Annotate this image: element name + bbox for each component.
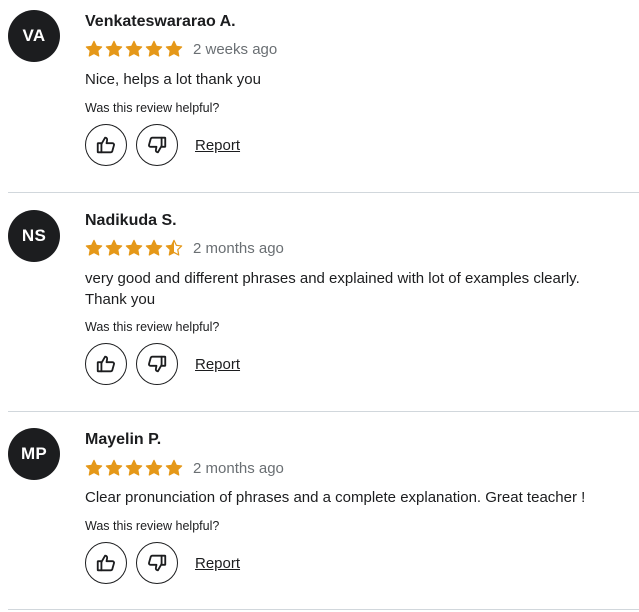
thumbs-down-icon [146, 353, 168, 375]
report-link[interactable]: Report [195, 137, 240, 154]
report-link[interactable]: Report [195, 555, 240, 572]
like-button[interactable] [85, 124, 127, 166]
avatar: VA [8, 10, 60, 62]
rating-row: 2 months ago [85, 458, 284, 478]
star-icon [85, 40, 103, 57]
star-icon [165, 40, 183, 57]
avatar: MP [8, 428, 60, 480]
star-icon [125, 239, 143, 256]
dislike-button[interactable] [136, 124, 178, 166]
review-text: Nice, helps a lot thank you [85, 71, 261, 88]
helpful-prompt: Was this review helpful? [85, 519, 220, 533]
review-actions: Report [85, 542, 240, 584]
star-icon [105, 40, 123, 57]
star-icon [145, 239, 163, 256]
review-text: Clear pronunciation of phrases and a com… [85, 489, 586, 506]
review-time: 2 weeks ago [193, 40, 278, 58]
review-actions: Report [85, 124, 240, 166]
star-icon [125, 459, 143, 476]
star-icon [125, 40, 143, 57]
divider [8, 411, 639, 412]
like-button[interactable] [85, 343, 127, 385]
review-text: very good and different phrases and expl… [85, 270, 580, 308]
star-icon [105, 239, 123, 256]
star-icon [85, 459, 103, 476]
dislike-button[interactable] [136, 343, 178, 385]
thumbs-up-icon [95, 353, 117, 375]
review-actions: Report [85, 343, 240, 385]
avatar: NS [8, 210, 60, 262]
divider [8, 192, 639, 193]
helpful-prompt: Was this review helpful? [85, 320, 220, 334]
star-icon [145, 459, 163, 476]
rating-row: 2 months ago [85, 238, 284, 258]
review-time: 2 months ago [193, 239, 284, 257]
star-icon [165, 239, 183, 256]
divider [8, 609, 639, 610]
thumbs-down-icon [146, 552, 168, 574]
thumbs-down-icon [146, 134, 168, 156]
star-rating [85, 40, 183, 58]
like-button[interactable] [85, 542, 127, 584]
reviewer-name: Mayelin P. [85, 431, 162, 448]
star-icon [145, 40, 163, 57]
star-rating [85, 459, 183, 477]
reviewer-name: Nadikuda S. [85, 212, 177, 229]
dislike-button[interactable] [136, 542, 178, 584]
star-icon [105, 459, 123, 476]
reviewer-name: Venkateswararao A. [85, 13, 236, 30]
review-time: 2 months ago [193, 459, 284, 477]
star-rating [85, 239, 183, 257]
thumbs-up-icon [95, 552, 117, 574]
helpful-prompt: Was this review helpful? [85, 101, 220, 115]
rating-row: 2 weeks ago [85, 39, 277, 59]
star-icon [165, 459, 183, 476]
star-icon [85, 239, 103, 256]
report-link[interactable]: Report [195, 356, 240, 373]
thumbs-up-icon [95, 134, 117, 156]
